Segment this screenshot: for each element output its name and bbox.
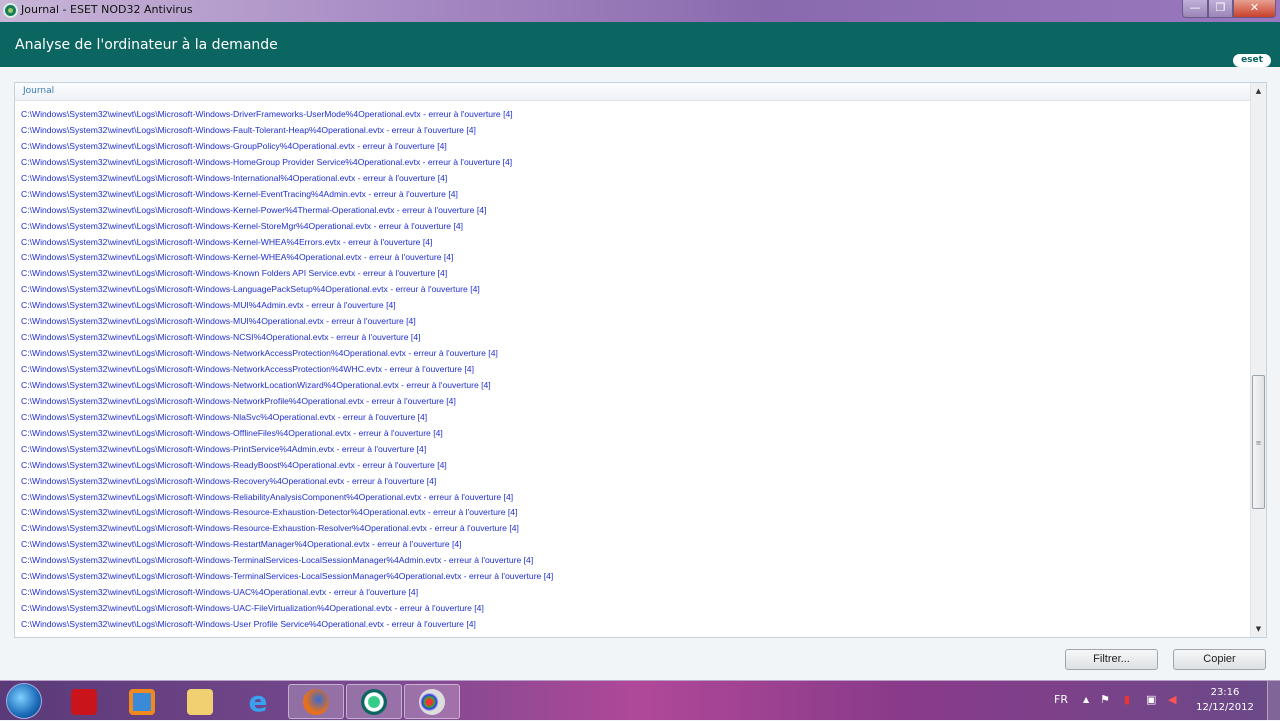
taskbar-paint[interactable] xyxy=(404,684,460,719)
taskbar-eset[interactable] xyxy=(346,684,402,719)
log-entry[interactable]: C:\Windows\System32\winevt\Logs\Microsof… xyxy=(21,265,1249,281)
filter-button[interactable]: Filtrer... xyxy=(1065,649,1158,670)
eset-app-icon xyxy=(3,3,18,18)
taskbar-explorer[interactable] xyxy=(172,684,228,719)
app-header: Analyse de l'ordinateur à la demande ese… xyxy=(0,22,1280,67)
log-entry[interactable]: C:\Windows\System32\winevt\Logs\Microsof… xyxy=(21,361,1249,377)
internet-explorer-icon: e xyxy=(248,684,268,718)
log-entry[interactable]: C:\Windows\System32\winevt\Logs\Microsof… xyxy=(21,281,1249,297)
log-entry[interactable]: C:\Windows\System32\winevt\Logs\Microsof… xyxy=(21,345,1249,361)
log-entry[interactable]: C:\Windows\System32\winevt\Logs\Microsof… xyxy=(21,568,1249,584)
start-button-windows-icon[interactable] xyxy=(6,683,42,719)
log-entry[interactable]: C:\Windows\System32\winevt\Logs\Microsof… xyxy=(21,441,1249,457)
log-entry[interactable]: C:\Windows\System32\winevt\Logs\Microsof… xyxy=(21,138,1249,154)
taskbar-firefox[interactable] xyxy=(288,684,344,719)
volume-muted-icon[interactable]: ◀ xyxy=(1168,693,1176,706)
log-entry[interactable]: C:\Windows\System32\winevt\Logs\Microsof… xyxy=(21,377,1249,393)
vertical-scrollbar[interactable]: ▲ ≡ ▼ xyxy=(1250,83,1266,637)
clock[interactable]: 23:16 12/12/2012 xyxy=(1195,685,1255,715)
network-icon[interactable]: ▣ xyxy=(1146,693,1156,706)
maximize-button[interactable]: ❐ xyxy=(1208,0,1233,18)
close-button[interactable]: ✕ xyxy=(1233,0,1276,18)
log-entry[interactable]: C:\Windows\System32\winevt\Logs\Microsof… xyxy=(21,170,1249,186)
scrollbar-thumb[interactable]: ≡ xyxy=(1252,375,1265,509)
log-entry[interactable]: C:\Windows\System32\winevt\Logs\Microsof… xyxy=(21,297,1249,313)
log-entry[interactable]: C:\Windows\System32\winevt\Logs\Microsof… xyxy=(21,249,1249,265)
language-indicator[interactable]: FR xyxy=(1054,693,1068,706)
log-entry[interactable]: C:\Windows\System32\winevt\Logs\Microsof… xyxy=(21,600,1249,616)
log-entry[interactable]: C:\Windows\System32\winevt\Logs\Microsof… xyxy=(21,536,1249,552)
taskbar-acrobat[interactable] xyxy=(56,684,112,719)
window-title-bar[interactable]: Journal - ESET NOD32 Antivirus — ❐ ✕ xyxy=(0,0,1280,22)
log-entry[interactable]: C:\Windows\System32\winevt\Logs\Microsof… xyxy=(21,552,1249,568)
log-entry[interactable]: C:\Windows\System32\winevt\Logs\Microsof… xyxy=(21,409,1249,425)
log-entry[interactable]: C:\Windows\System32\winevt\Logs\Microsof… xyxy=(21,457,1249,473)
log-entry[interactable]: C:\Windows\System32\winevt\Logs\Microsof… xyxy=(21,584,1249,600)
window-title: Journal - ESET NOD32 Antivirus xyxy=(21,3,193,16)
log-entry[interactable]: C:\Windows\System32\winevt\Logs\Microsof… xyxy=(21,122,1249,138)
log-entry[interactable]: C:\Windows\System32\winevt\Logs\Microsof… xyxy=(21,616,1249,632)
media-player-icon xyxy=(129,688,155,715)
acrobat-icon xyxy=(71,688,97,715)
log-entry[interactable]: C:\Windows\System32\winevt\Logs\Microsof… xyxy=(21,632,1249,636)
log-entry[interactable]: C:\Windows\System32\winevt\Logs\Microsof… xyxy=(21,218,1249,234)
log-entry[interactable]: C:\Windows\System32\winevt\Logs\Microsof… xyxy=(21,393,1249,409)
power-icon[interactable]: ▮ xyxy=(1124,693,1130,706)
log-entry[interactable]: C:\Windows\System32\winevt\Logs\Microsof… xyxy=(21,313,1249,329)
log-entry[interactable]: C:\Windows\System32\winevt\Logs\Microsof… xyxy=(21,473,1249,489)
eset-icon xyxy=(361,688,387,715)
log-entry[interactable]: C:\Windows\System32\winevt\Logs\Microsof… xyxy=(21,186,1249,202)
log-entry[interactable]: C:\Windows\System32\winevt\Logs\Microsof… xyxy=(21,489,1249,505)
folder-icon xyxy=(187,688,213,715)
scroll-down-arrow-icon[interactable]: ▼ xyxy=(1251,621,1266,637)
paint-icon xyxy=(419,688,445,715)
log-entry[interactable]: C:\Windows\System32\winevt\Logs\Microsof… xyxy=(21,106,1249,122)
log-entry[interactable]: C:\Windows\System32\winevt\Logs\Microsof… xyxy=(21,202,1249,218)
eset-logo: eset xyxy=(1233,54,1271,67)
taskbar: e FR ▲ ⚑ ▮ ▣ ◀ 23:16 12/12/2012 xyxy=(0,680,1280,721)
copy-button[interactable]: Copier xyxy=(1173,649,1266,670)
firefox-icon xyxy=(303,688,329,715)
clock-date: 12/12/2012 xyxy=(1196,702,1254,713)
log-entry[interactable]: C:\Windows\System32\winevt\Logs\Microsof… xyxy=(21,154,1249,170)
journal-column-header: Journal xyxy=(15,83,1251,101)
log-entry[interactable]: C:\Windows\System32\winevt\Logs\Microsof… xyxy=(21,425,1249,441)
scroll-up-arrow-icon[interactable]: ▲ xyxy=(1251,83,1266,99)
show-desktop-button[interactable] xyxy=(1267,681,1280,721)
log-entry[interactable]: C:\Windows\System32\winevt\Logs\Microsof… xyxy=(21,234,1249,250)
log-list[interactable]: C:\Windows\System32\winevt\Logs\Microsof… xyxy=(21,106,1249,636)
log-entry[interactable]: C:\Windows\System32\winevt\Logs\Microsof… xyxy=(21,504,1249,520)
journal-panel: Journal C:\Windows\System32\winevt\Logs\… xyxy=(14,82,1267,638)
show-hidden-icons-arrow-icon[interactable]: ▲ xyxy=(1083,695,1089,704)
taskbar-internet-explorer[interactable]: e xyxy=(230,684,286,719)
page-title: Analyse de l'ordinateur à la demande xyxy=(15,37,278,53)
log-entry[interactable]: C:\Windows\System32\winevt\Logs\Microsof… xyxy=(21,329,1249,345)
log-entry[interactable]: C:\Windows\System32\winevt\Logs\Microsof… xyxy=(21,520,1249,536)
taskbar-media-player[interactable] xyxy=(114,684,170,719)
action-center-flag-icon[interactable]: ⚑ xyxy=(1100,693,1110,706)
minimize-button[interactable]: — xyxy=(1182,0,1208,18)
clock-time: 23:16 xyxy=(1210,687,1240,698)
